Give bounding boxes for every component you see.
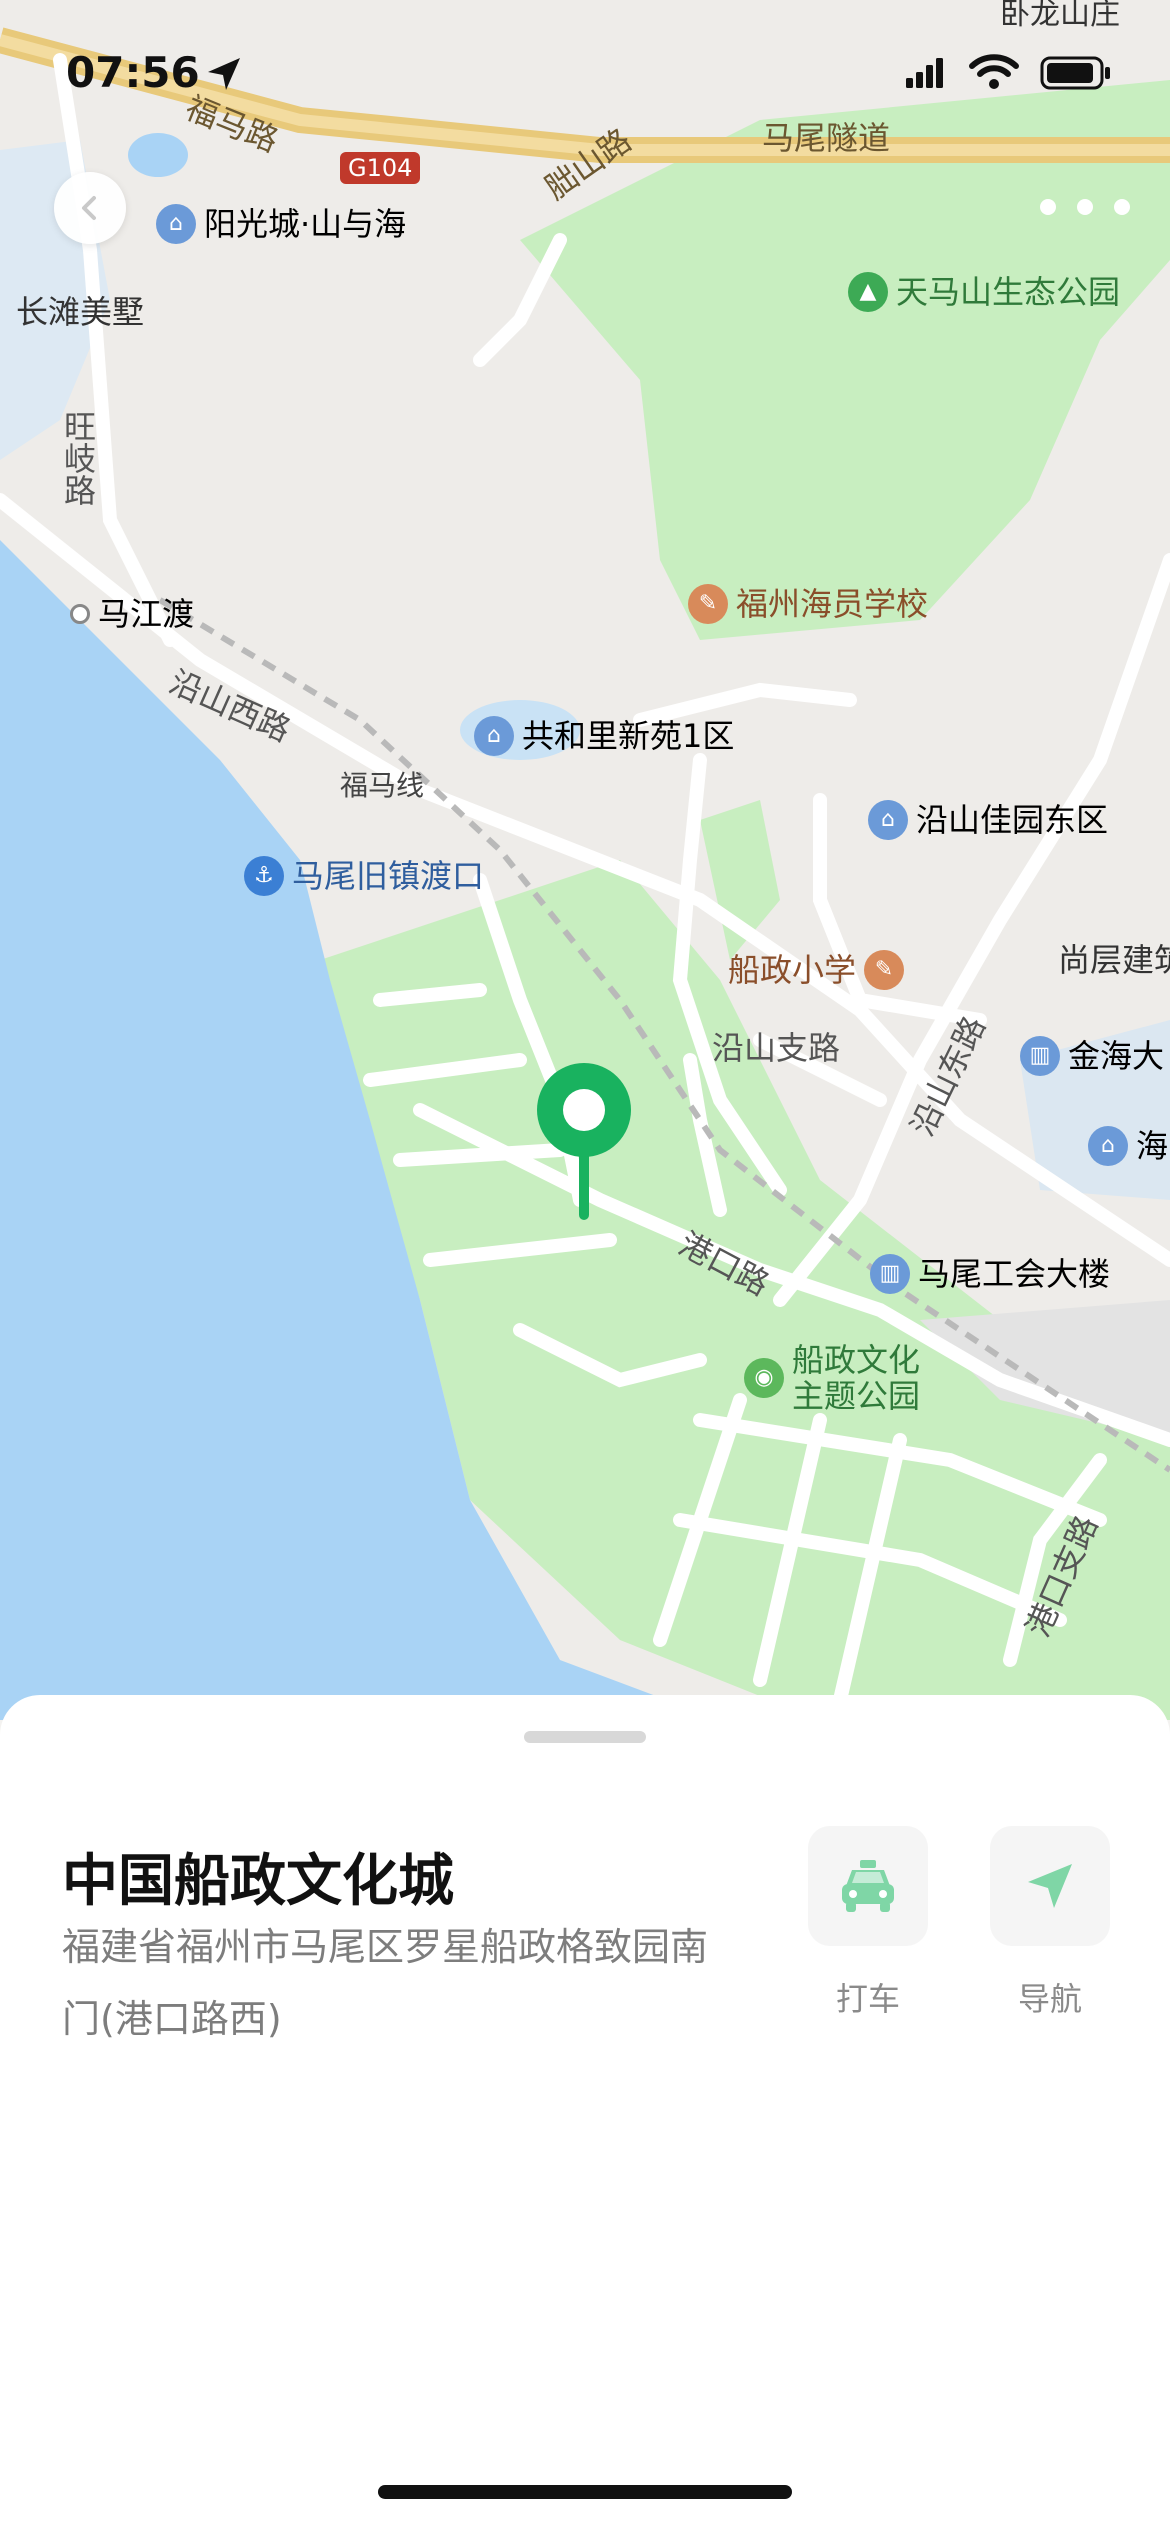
more-dot-icon (1040, 199, 1056, 215)
wifi-icon (969, 54, 1019, 89)
home-indicator[interactable] (378, 2485, 792, 2499)
place-address: 福建省福州市马尾区罗星船政格致园南门(港口路西) (62, 1925, 709, 2041)
map-view[interactable]: 福马路 G104 胐山路 马尾隧道 卧龙山庄 ⌂ 阳光城·山与海 长滩美墅 ▲ … (0, 0, 1170, 1720)
road-label-wangqi: 旺岐路 (59, 410, 97, 506)
cellular-signal-icon (906, 58, 943, 88)
battery-icon (1040, 56, 1110, 90)
residential-icon: ⌂ (474, 716, 514, 756)
place-detail-sheet (0, 1695, 1170, 2532)
location-arrow-icon (208, 58, 240, 90)
residential-icon: ⌂ (156, 204, 196, 244)
poi-seafarer-school[interactable]: ✎ 福州海员学校 (688, 584, 928, 624)
place-label-changtan: 长滩美墅 (16, 293, 145, 331)
more-dot-icon (1114, 199, 1130, 215)
school-icon: ✎ (688, 584, 728, 624)
poi-ferry[interactable]: ⚓ 马尾旧镇渡口 (244, 856, 484, 896)
taxi-button[interactable] (808, 1826, 928, 1946)
poi-union-building[interactable]: ▥ 马尾工会大楼 (870, 1254, 1110, 1294)
camera-icon: ◉ (744, 1358, 784, 1398)
poi-hai[interactable]: ⌂ 海 (1088, 1126, 1168, 1166)
residential-icon: ⌂ (868, 800, 908, 840)
taxi-icon (842, 1860, 894, 1912)
map-base (0, 27, 1170, 1720)
residential-icon: ⌂ (1088, 1126, 1128, 1166)
status-time: 07:56 (66, 48, 200, 97)
school-icon: ✎ (864, 950, 905, 990)
poi-culture-park[interactable]: ◉ 船政文化 主题公园 (744, 1344, 920, 1412)
status-bar: 07:56 (0, 0, 1170, 150)
more-dot-icon (1077, 199, 1093, 215)
sheet-drag-handle[interactable] (524, 1731, 646, 1743)
poi-tianmashan[interactable]: ▲ 天马山生态公园 (848, 272, 1120, 312)
place-majiangdu: 马江渡 (70, 598, 194, 630)
park-tree-icon: ▲ (848, 272, 888, 312)
road-label-yanshan-branch: 沿山支路 (712, 1029, 841, 1067)
navigation-arrow-icon (1028, 1864, 1072, 1908)
poi-yanshan-jiayuan[interactable]: ⌂ 沿山佳园东区 (868, 800, 1108, 840)
poi-gonghe[interactable]: ⌂ 共和里新苑1区 (474, 716, 734, 756)
building-icon: ▥ (870, 1254, 910, 1294)
chevron-left-icon (82, 196, 96, 220)
building-icon: ▥ (1020, 1036, 1060, 1076)
navigate-label: 导航 (1017, 1980, 1082, 2018)
rail-label-fumaxian: 福马线 (340, 769, 425, 802)
poi-jinhai[interactable]: ▥ 金海大 (1020, 1036, 1164, 1076)
navigate-button[interactable] (990, 1826, 1110, 1946)
anchor-icon: ⚓ (244, 856, 284, 896)
poi-yangguangcheng[interactable]: ⌂ 阳光城·山与海 (156, 204, 406, 244)
place-name: 中国船政文化城 (62, 1849, 454, 1914)
more-options-button[interactable] (1040, 190, 1130, 224)
highway-badge-g104: G104 (340, 152, 421, 184)
poi-chuanzheng-school[interactable]: 船政小学 ✎ (728, 950, 905, 990)
back-button[interactable] (54, 172, 126, 244)
poi-label-shangceng: 尚层建筑 (1058, 941, 1170, 979)
taxi-label: 打车 (835, 1980, 900, 2018)
waypoint-dot-icon (70, 604, 90, 624)
